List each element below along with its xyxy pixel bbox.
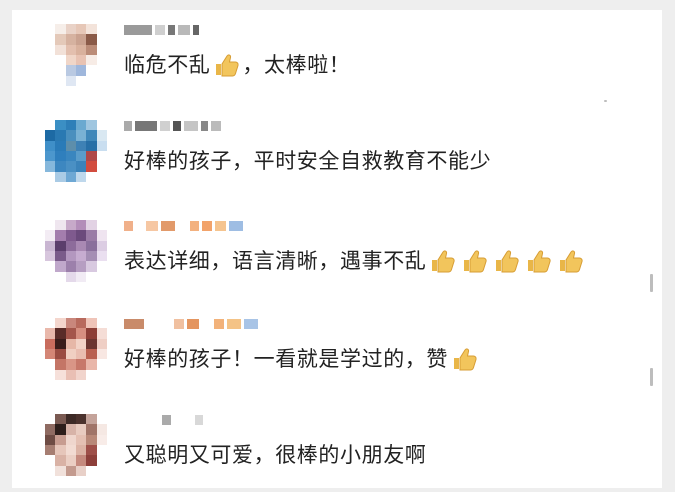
- comment-item[interactable]: 好棒的孩子，平时安全自救教育不能少: [12, 106, 662, 196]
- comment-item[interactable]: 好棒的孩子！一看就是学过的，赞: [12, 304, 662, 394]
- comment-text: 表达详细，语言清晰，遇事不乱: [124, 248, 586, 274]
- comment-text: 好棒的孩子，平时安全自救教育不能少: [124, 149, 492, 173]
- scrollbar-thumb[interactable]: [650, 368, 653, 386]
- comment-text: 临危不乱 ，太棒啦！: [124, 53, 351, 77]
- avatar[interactable]: [45, 24, 107, 86]
- comment-item[interactable]: 表达详细，语言清晰，遇事不乱: [12, 206, 662, 296]
- thumbs-up-icon: [464, 250, 488, 273]
- avatar[interactable]: [45, 120, 107, 182]
- comment-text: 又聪明又可爱，很棒的小朋友啊: [124, 443, 427, 467]
- username-redacted: [124, 317, 258, 331]
- comment-item[interactable]: 临危不乱 ，太棒啦！: [12, 10, 662, 100]
- username-redacted: [124, 23, 199, 37]
- avatar[interactable]: [45, 318, 107, 380]
- thumbs-up-icon: [496, 250, 520, 273]
- thumbs-up-icon: [432, 250, 456, 273]
- avatar[interactable]: [45, 414, 107, 476]
- comment-list: 临危不乱 ，太棒啦！ 好棒的孩子，平时安全自救教育不能少 表达详细，语言清晰，遇…: [12, 10, 662, 488]
- avatar[interactable]: [45, 220, 107, 282]
- scrollbar-thumb[interactable]: [650, 274, 653, 292]
- thumbs-up-icon: [528, 250, 552, 273]
- comment-item[interactable]: 又聪明又可爱，很棒的小朋友啊: [12, 400, 662, 488]
- thumbs-up-icon: [560, 250, 584, 273]
- username-redacted: [124, 219, 243, 233]
- username-redacted: [124, 413, 203, 427]
- thumbs-up-icon: [216, 54, 240, 77]
- scrollbar-tick: [604, 100, 607, 102]
- thumbs-up-icon: [454, 348, 477, 371]
- comment-text: 好棒的孩子！一看就是学过的，赞: [124, 346, 480, 372]
- username-redacted: [124, 119, 221, 133]
